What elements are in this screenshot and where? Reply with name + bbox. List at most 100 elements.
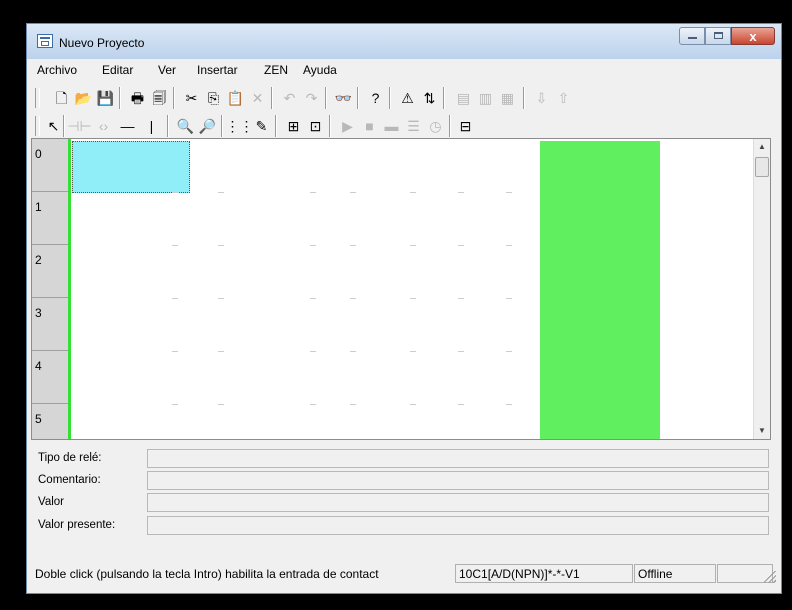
grid-dot — [506, 245, 512, 246]
grid-dot — [350, 245, 356, 246]
rung-number-0[interactable]: 0 — [32, 139, 68, 192]
status-device: 10C1[A/D(NPN)]*-*-V1 — [455, 564, 633, 583]
toolbar-separator — [523, 87, 524, 109]
status-mode: Offline — [634, 564, 716, 583]
scroll-up-icon[interactable]: ▲ — [754, 139, 770, 155]
toolbar-separator — [271, 87, 272, 109]
clock-icon[interactable]: ◷ — [425, 115, 446, 136]
monitor-mode-icon[interactable]: ⊟ — [455, 115, 476, 136]
contact-nc-icon[interactable]: ‹› — [93, 115, 114, 136]
maximize-button[interactable] — [705, 27, 731, 45]
comment-icon[interactable]: ✎ — [251, 115, 272, 136]
grid-dot — [350, 351, 356, 352]
help-icon[interactable]: ? — [365, 87, 386, 108]
paste-icon[interactable]: 📋 — [225, 87, 246, 108]
print-icon[interactable]: 🖶 — [127, 87, 148, 108]
rung-number-4[interactable]: 4 — [32, 351, 68, 404]
toolbar-separator — [275, 115, 276, 137]
grid-dot — [410, 351, 416, 352]
transfer-icon[interactable]: ⇅ — [419, 87, 440, 108]
open-folder-icon[interactable]: 📂 — [73, 87, 94, 108]
save-icon[interactable]: 💾 — [95, 87, 116, 108]
stop-icon[interactable]: ■ — [359, 115, 380, 136]
comment-field[interactable] — [147, 471, 769, 490]
redo-icon[interactable]: ↷ — [301, 87, 322, 108]
status-bar: Doble click (pulsando la tecla Intro) ha… — [31, 563, 779, 586]
scroll-down-icon[interactable]: ▼ — [754, 423, 770, 439]
grid-dot — [458, 245, 464, 246]
comment-row: Comentario: — [31, 470, 771, 492]
value-field[interactable] — [147, 493, 769, 512]
check-icon[interactable]: ▦ — [497, 87, 518, 108]
compare-icon[interactable]: ▥ — [475, 87, 496, 108]
menu-insertar[interactable]: Insertar — [197, 63, 238, 77]
horizontal-line-icon[interactable]: — — [117, 115, 138, 136]
toolbar-separator — [357, 87, 358, 109]
zoom-in-icon[interactable]: 🔎 — [197, 115, 218, 136]
selected-cell-cursor[interactable] — [72, 141, 190, 193]
toolbar-separator — [221, 115, 222, 137]
rung-number-1[interactable]: 1 — [32, 192, 68, 245]
rung-number-5[interactable]: 5 — [32, 404, 68, 439]
status-message: Doble click (pulsando la tecla Intro) ha… — [35, 567, 379, 581]
value-row: Valor — [31, 492, 771, 514]
toolbar-separator — [443, 87, 444, 109]
title-bar[interactable]: Nuevo Proyecto x — [27, 24, 781, 59]
menu-archivo[interactable]: Archivo — [37, 63, 77, 77]
toolbar-grip[interactable] — [35, 116, 40, 136]
minimize-button[interactable] — [679, 27, 705, 45]
rung-number-2[interactable]: 2 — [32, 245, 68, 298]
edit-block-icon[interactable]: ⊡ — [305, 115, 326, 136]
grid-icon[interactable]: ⋮⋮ — [226, 115, 254, 136]
warning-icon[interactable]: ⚠ — [397, 87, 418, 108]
ladder-toolbar: ↖ ⊣⊢ ‹› — | 🔍 🔎 ⋮⋮ ✎ ⊞ ⊡ ▶ ■ ▬ ☰ ◷ ⊟ — [35, 112, 635, 140]
function-block-icon[interactable]: ⊞ — [283, 115, 304, 136]
scroll-thumb[interactable] — [755, 157, 769, 177]
grid-dot — [310, 404, 316, 405]
resize-grip-icon[interactable] — [764, 571, 776, 583]
select-pointer-icon[interactable]: ↖ — [43, 115, 64, 136]
copy-icon[interactable]: ⎘ — [203, 87, 224, 108]
find-binoculars-icon[interactable]: 👓 — [333, 87, 354, 108]
simulate-icon[interactable]: ▬ — [381, 115, 402, 136]
menu-zen[interactable]: ZEN — [264, 63, 288, 77]
contact-icon[interactable]: ⊣⊢ — [67, 115, 91, 136]
toolbar-grip[interactable] — [35, 88, 40, 108]
vertical-scrollbar[interactable]: ▲ ▼ — [753, 139, 770, 439]
application-window: Nuevo Proyecto x Archivo Editar Ver Inse… — [26, 23, 782, 594]
ladder-diagram-editor[interactable]: 0 1 2 3 4 5 ▲ ▼ — [31, 138, 771, 440]
menu-ver[interactable]: Ver — [158, 63, 176, 77]
print-preview-icon[interactable]: 🗐 — [149, 87, 170, 108]
window-title: Nuevo Proyecto — [59, 36, 145, 50]
output-column[interactable] — [540, 141, 660, 439]
undo-icon[interactable]: ↶ — [279, 87, 300, 108]
close-button[interactable]: x — [731, 27, 775, 45]
grid-dot — [172, 298, 178, 299]
menu-editar[interactable]: Editar — [102, 63, 133, 77]
toolbar-separator — [329, 115, 330, 137]
grid-dot — [506, 351, 512, 352]
download-icon[interactable]: ⇩ — [531, 87, 552, 108]
grid-dot — [218, 245, 224, 246]
table-icon[interactable]: ☰ — [403, 115, 424, 136]
delete-icon[interactable]: ✕ — [247, 87, 268, 108]
monitor-icon[interactable]: ▤ — [453, 87, 474, 108]
zoom-out-icon[interactable]: 🔍 — [175, 115, 196, 136]
menu-ayuda[interactable]: Ayuda — [303, 63, 337, 77]
relay-type-label: Tipo de relé: — [38, 452, 102, 464]
grid-dot — [350, 298, 356, 299]
relay-type-field[interactable] — [147, 449, 769, 468]
upload-icon[interactable]: ⇧ — [553, 87, 574, 108]
properties-panel: Tipo de relé: Comentario: Valor Valor pr… — [31, 444, 771, 562]
grid-dot — [350, 404, 356, 405]
present-value-field[interactable] — [147, 516, 769, 535]
window-controls: x — [679, 27, 775, 45]
cut-icon[interactable]: ✂ — [181, 87, 202, 108]
grid-dot — [458, 351, 464, 352]
vertical-line-icon[interactable]: | — [141, 115, 162, 136]
new-file-icon[interactable]: 🗋 — [51, 87, 72, 108]
present-value-row: Valor presente: — [31, 515, 771, 537]
standard-toolbar: 🗋 📂 💾 🖶 🗐 ✂ ⎘ 📋 ✕ ↶ ↷ 👓? ⚠ ⇅ ▤ ▥ ▦ ⇩ ⇧ — [35, 84, 685, 112]
rung-number-3[interactable]: 3 — [32, 298, 68, 351]
run-icon[interactable]: ▶ — [337, 115, 358, 136]
